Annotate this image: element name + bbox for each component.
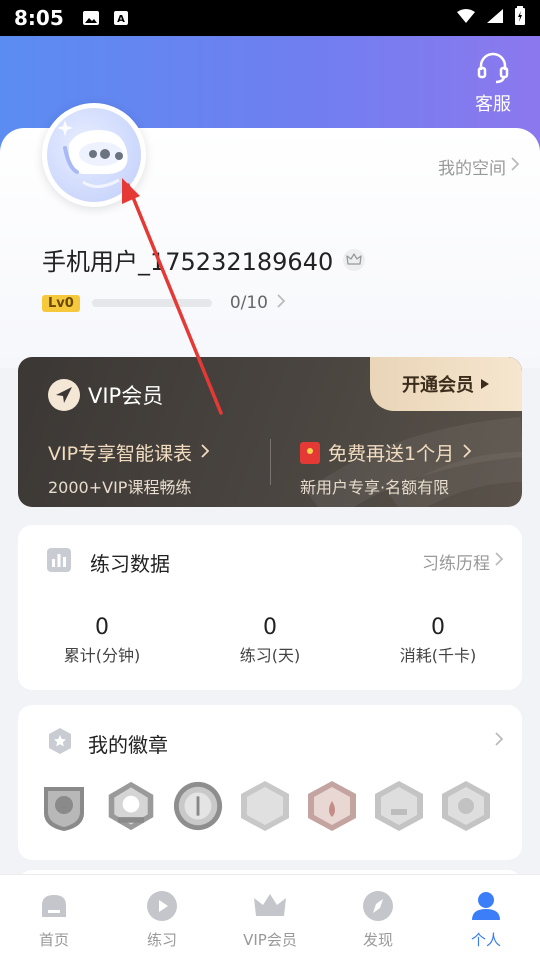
nav-home-label: 首页 [38,931,69,949]
vip-smart-schedule[interactable]: VIP专享智能课表 2000+VIP课程畅练 [48,439,210,498]
chevron-right-icon [510,156,520,177]
vip-divider [270,439,271,485]
nav-discover[interactable]: 发现 [324,875,432,960]
crown-icon [343,248,366,271]
stat-total-minutes: 0 累计(分钟) [18,615,186,666]
vip-card[interactable]: VIP会员 开通会员 VIP专享智能课表 2000+VIP课程畅练 免费再送1个… [18,357,522,507]
chevron-right-icon [462,442,472,464]
stat-label: 累计(分钟) [63,646,141,665]
nav-discover-label: 发现 [362,931,393,949]
practice-history-link[interactable]: 习练历程 [422,549,504,574]
practice-stats: 0 累计(分钟) 0 练习(天) 0 消耗(千卡) [18,615,522,666]
avatar-image [47,108,141,202]
level-row[interactable]: Lv0 0/10 [42,293,286,313]
home-icon [37,889,71,923]
practice-data-card: 练习数据 习练历程 0 累计(分钟) 0 练习(天) 0 消耗(千卡) [18,525,522,690]
customer-service-button[interactable]: 客服 [468,52,518,116]
username-row: 手机用户_175232189640 [42,242,366,277]
vip-free-month-sub: 新用户专享·名额有限 [300,478,450,497]
my-space-link[interactable]: 我的空间 [438,154,520,179]
level-progress-text: 0/10 [229,293,268,313]
username: 手机用户_175232189640 [42,248,334,276]
badge-hexagon-icon[interactable] [239,779,291,833]
vip-smart-schedule-sub: 2000+VIP课程畅练 [48,478,192,497]
stat-practice-days: 0 练习(天) [186,615,354,666]
nav-practice[interactable]: 练习 [108,875,216,960]
nav-home[interactable]: 首页 [0,875,108,960]
stat-value: 0 [95,615,109,640]
customer-service-label: 客服 [475,94,511,115]
badge-hexagon-icon[interactable] [440,779,492,833]
stat-value: 0 [431,615,445,640]
bar-chart-icon [46,547,72,577]
badge-mascot-icon[interactable] [105,779,157,833]
nav-vip[interactable]: VIP会员 [216,875,324,960]
red-packet-icon [300,441,320,464]
chevron-right-icon [494,551,504,572]
battery-icon [514,6,526,30]
wifi-icon [456,8,476,28]
stat-label: 消耗(千卡) [399,646,477,665]
badge-round-icon[interactable] [172,779,224,833]
open-vip-label: 开通会员 [402,375,474,396]
status-time: 8:05 [14,6,64,30]
play-triangle-icon [480,374,490,395]
signal-icon [486,8,504,28]
stat-label: 练习(天) [239,646,301,665]
nav-profile-label: 个人 [470,931,501,949]
badge-lotus-icon[interactable] [306,779,358,833]
chevron-right-icon [276,293,286,313]
practice-data-title: 练习数据 [90,551,170,576]
play-circle-icon [145,889,179,923]
badge-list [38,779,492,833]
vip-logo-icon [48,379,80,411]
practice-history-label: 习练历程 [422,554,490,574]
my-badges-title: 我的徽章 [88,732,168,757]
level-progress-bar [91,299,212,307]
svg-text:A: A [117,14,125,25]
chevron-right-icon [200,442,210,464]
nav-profile[interactable]: 个人 [432,875,540,960]
open-vip-button[interactable]: 开通会员 [370,357,522,411]
stat-value: 0 [263,615,277,640]
status-bar: 8:05 A [0,0,540,36]
my-space-label: 我的空间 [438,159,506,179]
star-badge-icon [46,727,74,759]
user-icon [469,889,503,923]
vip-free-month[interactable]: 免费再送1个月 新用户专享·名额有限 [300,439,472,498]
headset-icon [476,52,510,88]
text-notification-icon: A [112,10,130,26]
vip-title-row: VIP会员 [48,379,163,411]
nav-vip-label: VIP会员 [243,931,297,949]
chevron-right-icon [494,731,504,751]
badge-hexagon-icon[interactable] [373,779,425,833]
vip-free-month-label: 免费再送1个月 [328,443,455,465]
image-icon [82,10,100,26]
avatar[interactable] [42,103,146,207]
level-badge: Lv0 [42,294,80,312]
vip-smart-schedule-label: VIP专享智能课表 [48,443,193,465]
nav-practice-label: 练习 [146,931,177,949]
compass-icon [361,889,395,923]
stat-calories: 0 消耗(千卡) [354,615,522,666]
badge-shield-icon[interactable] [38,779,90,833]
vip-title: VIP会员 [88,384,164,408]
my-badges-card[interactable]: 我的徽章 [18,705,522,860]
crown-icon [253,889,287,923]
bottom-navigation: 首页 练习 VIP会员 发现 个人 [0,874,540,960]
